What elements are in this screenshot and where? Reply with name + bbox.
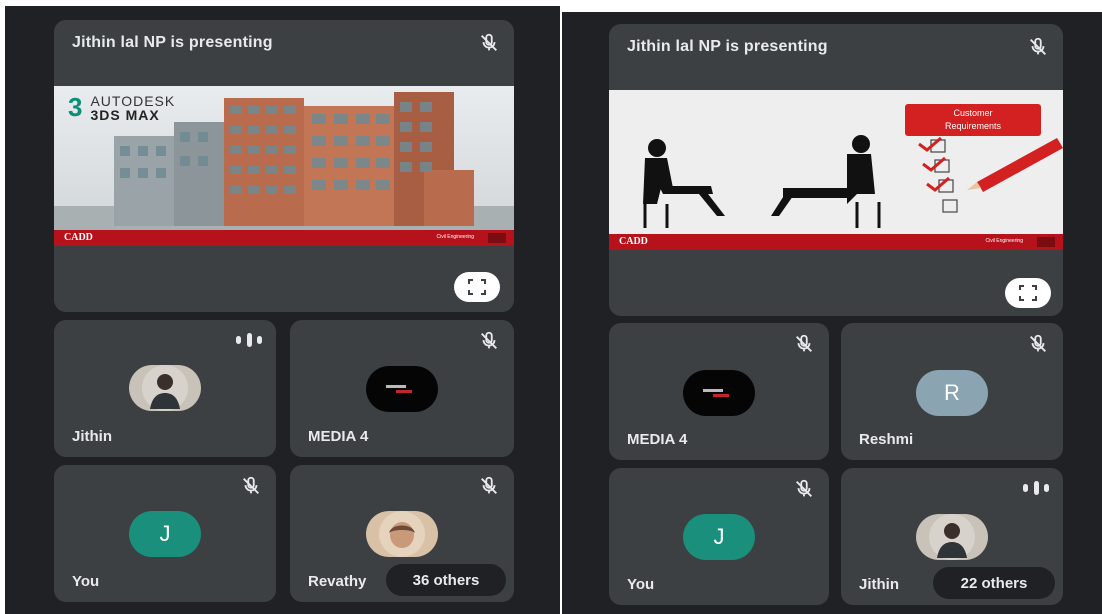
mic-off-icon [481,476,497,494]
cadd-logo: CADD [64,232,93,243]
mic-off-icon [1030,37,1046,55]
mic-off-icon [1030,334,1046,352]
mic-off-icon [796,479,812,497]
avatar [683,370,755,416]
footer-text: Civil Engineering [985,238,1023,244]
participant-tile-revathy[interactable]: Revathy 36 others [290,465,514,602]
participant-name: You [627,576,655,593]
participant-tile-jithin[interactable]: Jithin 22 others [841,468,1063,605]
footer-box [1037,237,1055,247]
participant-tile-media4[interactable]: MEDIA 4 [609,323,829,460]
autodesk-logo: 3 AUTODESK 3DS MAX [68,92,176,123]
participant-name: MEDIA 4 [308,428,369,445]
audio-level-icon [236,332,262,348]
fullscreen-button[interactable] [1005,278,1051,308]
presentation-tile[interactable]: Jithin lal NP is presenting [609,24,1063,316]
avatar [366,366,438,412]
participant-name: You [72,573,100,590]
participant-name: Reshmi [859,431,914,448]
fullscreen-icon [1019,285,1037,301]
participant-name: Jithin [72,428,112,445]
meet-screen-left: Jithin lal NP is presenting 3 AUTODESK 3… [5,6,560,614]
shared-slide: 3 AUTODESK 3DS MAX CADD Civil Engineerin… [54,86,514,246]
avatar: R [916,370,988,416]
audio-level-icon [1023,480,1049,496]
avatar: J [683,514,755,560]
presenting-label: Jithin lal NP is presenting [72,34,273,51]
participant-name: Revathy [308,573,367,590]
mic-off-icon [481,331,497,349]
cadd-logo: CADD [619,236,648,247]
requirements-box: Customer Requirements [905,104,1041,136]
others-count-button[interactable]: 36 others [386,564,506,596]
participant-tile-jithin[interactable]: Jithin [54,320,276,457]
meet-screen-right: Jithin lal NP is presenting Customer Req… [562,12,1102,614]
shared-slide: Customer Requirements CADD Civil Enginee… [609,90,1063,250]
mic-off-icon [243,476,259,494]
avatar [916,514,988,560]
avatar [129,365,201,411]
avatar [366,511,438,557]
participant-tile-you[interactable]: J You [609,468,829,605]
mic-off-icon [481,33,497,51]
footer-text: Civil Engineering [436,234,474,240]
mic-off-icon [796,334,812,352]
slide-footer: CADD Civil Engineering [54,230,514,246]
participant-tile-reshmi[interactable]: R Reshmi [841,323,1063,460]
fullscreen-icon [468,279,486,295]
participant-tile-media4[interactable]: MEDIA 4 [290,320,514,457]
fullscreen-button[interactable] [454,272,500,302]
avatar: J [129,511,201,557]
footer-box [488,233,506,243]
participant-name: MEDIA 4 [627,431,688,448]
presenting-label: Jithin lal NP is presenting [627,38,828,55]
participant-tile-you[interactable]: J You [54,465,276,602]
participant-name: Jithin [859,576,899,593]
slide-footer: CADD Civil Engineering [609,234,1063,250]
others-count-button[interactable]: 22 others [933,567,1055,599]
presentation-tile[interactable]: Jithin lal NP is presenting [54,20,514,312]
